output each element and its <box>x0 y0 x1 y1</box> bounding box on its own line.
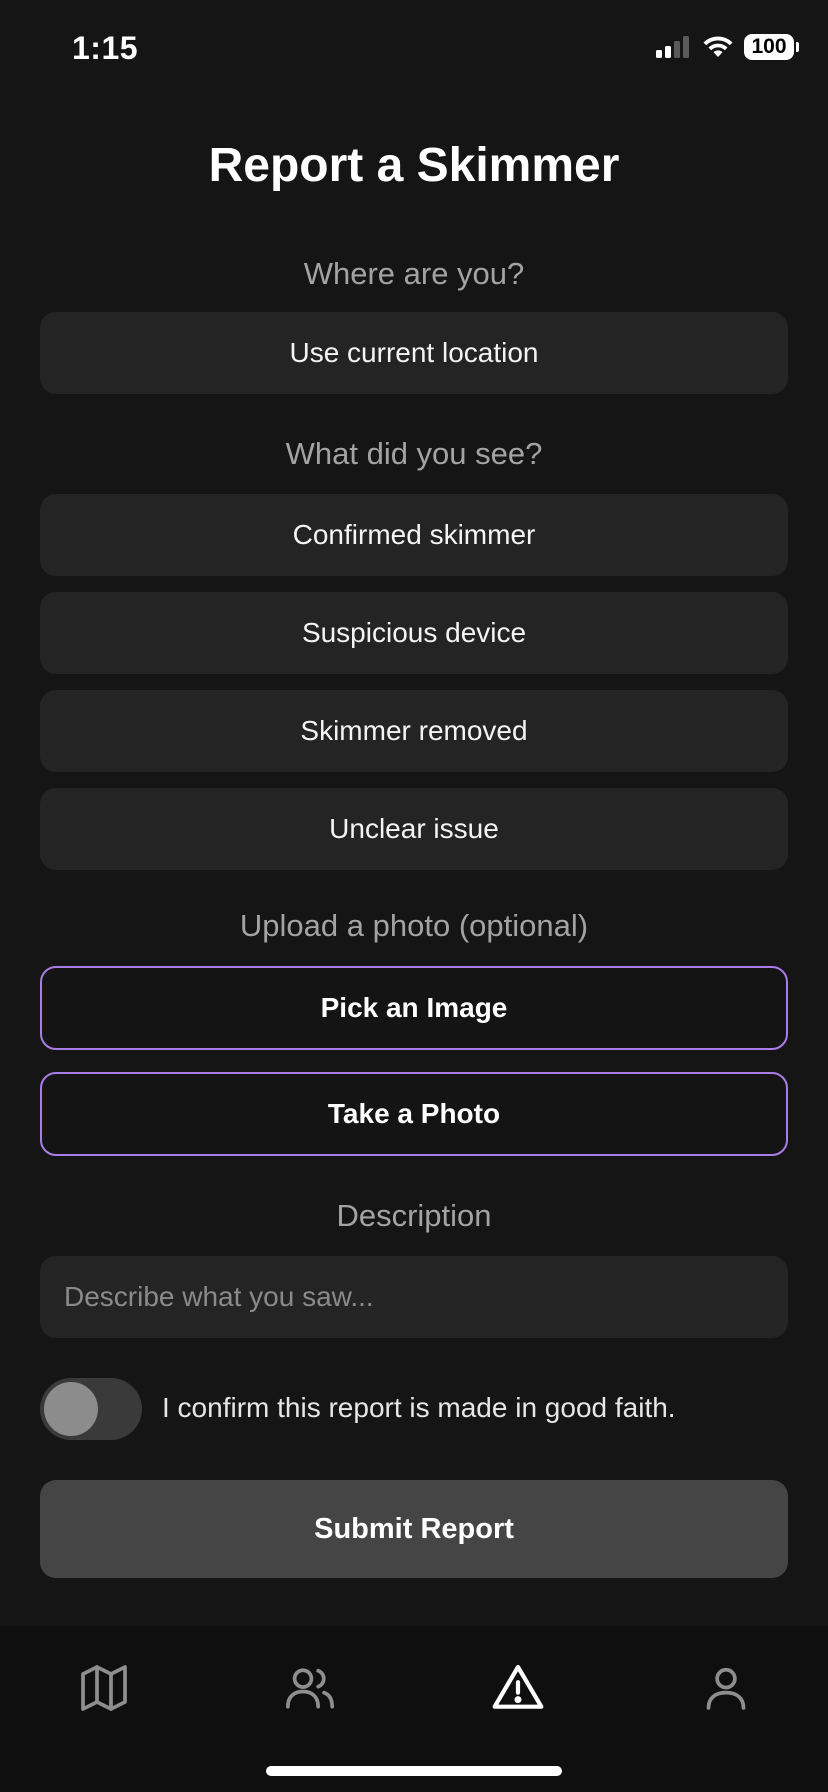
status-time: 1:15 <box>72 30 139 66</box>
option-suspicious-device[interactable]: Suspicious device <box>40 592 788 674</box>
photo-label: Upload a photo (optional) <box>239 908 589 943</box>
battery-level: 100 <box>751 35 787 58</box>
user-icon <box>706 1667 746 1710</box>
observation-label: What did you see? <box>285 436 543 471</box>
map-icon <box>81 1665 127 1711</box>
status-icons: 100 <box>656 34 799 60</box>
good-faith-label: I confirm this report is made in good fa… <box>162 1392 676 1423</box>
page-title: Report a Skimmer <box>208 139 620 192</box>
home-indicator <box>266 1766 562 1776</box>
status-bar: 1:15 100 <box>0 0 828 100</box>
tab-profile[interactable] <box>696 1658 756 1718</box>
toggle-knob <box>44 1382 98 1436</box>
pick-image-button[interactable]: Pick an Image <box>40 966 788 1050</box>
description-label: Description <box>336 1198 492 1233</box>
option-skimmer-removed[interactable]: Skimmer removed <box>40 690 788 772</box>
option-unclear-issue[interactable]: Unclear issue <box>40 788 788 870</box>
alert-triangle-icon <box>492 1664 544 1709</box>
tab-bar <box>0 1626 828 1792</box>
submit-report-button[interactable]: Submit Report <box>40 1480 788 1578</box>
description-input[interactable] <box>40 1256 788 1338</box>
location-label: Where are you? <box>303 256 525 291</box>
take-photo-button[interactable]: Take a Photo <box>40 1072 788 1156</box>
good-faith-toggle[interactable] <box>40 1378 142 1440</box>
use-current-location-button[interactable]: Use current location <box>40 312 788 394</box>
option-confirmed-skimmer[interactable]: Confirmed skimmer <box>40 494 788 576</box>
cellular-signal-icon <box>656 36 689 58</box>
battery-icon: 100 <box>744 34 799 60</box>
users-icon <box>285 1668 335 1709</box>
tab-community[interactable] <box>280 1658 340 1718</box>
tab-report[interactable] <box>488 1658 548 1718</box>
tab-map[interactable] <box>74 1658 134 1718</box>
wifi-icon <box>703 36 733 57</box>
